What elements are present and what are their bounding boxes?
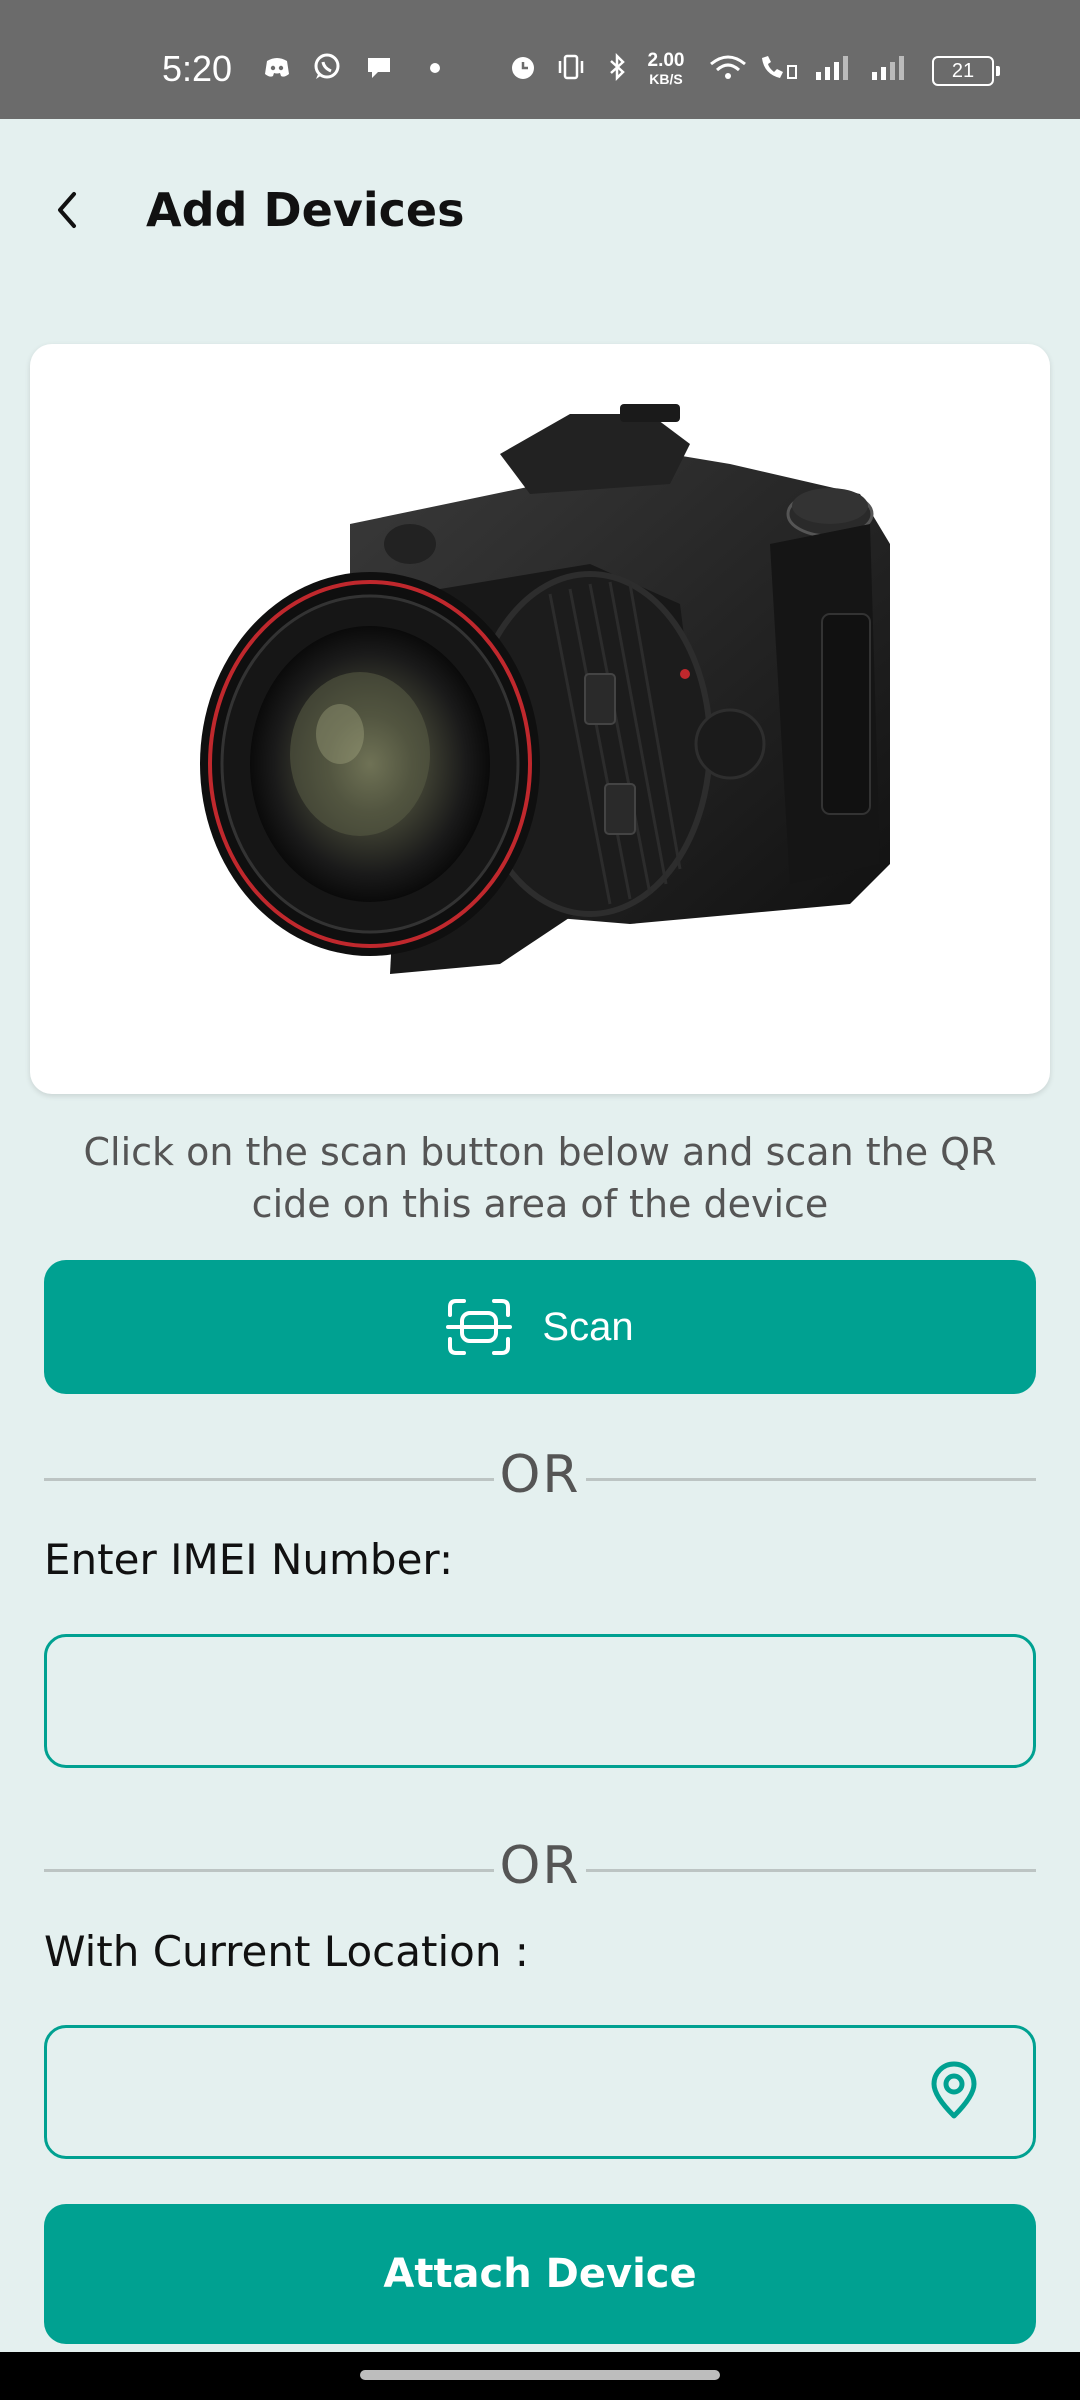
net-speed: 2.00 KB/S [638, 50, 694, 88]
scan-instruction: Click on the scan button below and scan … [83, 1130, 997, 1226]
page-title: Add Devices [146, 183, 465, 237]
camera-illustration [200, 404, 890, 974]
discord-icon [265, 58, 289, 77]
net-speed-unit: KB/S [649, 71, 683, 87]
battery-icon: 21 [932, 56, 1000, 86]
wifi-icon [710, 55, 746, 79]
bluetooth-icon [610, 52, 625, 82]
divider-line [586, 1869, 1036, 1872]
or-divider-text-2: OR [499, 1836, 581, 1896]
or-divider-2: OR [44, 1831, 1036, 1896]
chat-bubble-icon [368, 58, 390, 78]
imei-input[interactable] [44, 1634, 1036, 1768]
signal-icon-2 [872, 56, 904, 80]
status-bar: 5:20 2.00 KB/S 21 [0, 0, 1080, 119]
imei-label: Enter IMEI Number: [44, 1535, 454, 1584]
attach-device-button[interactable]: Attach Device [44, 2204, 1036, 2344]
device-image [30, 344, 1050, 1094]
scan-frame-icon [446, 1299, 513, 1355]
status-time: 5:20 [162, 48, 233, 89]
scan-button[interactable]: Scan [44, 1260, 1036, 1394]
or-divider-text: OR [499, 1445, 581, 1505]
divider-line [586, 1478, 1036, 1481]
scan-button-label: Scan [542, 1304, 634, 1349]
location-input[interactable] [44, 2025, 1036, 2159]
home-gesture-handle[interactable] [360, 2370, 720, 2380]
chevron-left-icon[interactable] [40, 180, 100, 240]
wifi-calling-icon [762, 56, 797, 79]
location-label: With Current Location : [44, 1927, 529, 1976]
dot-icon [430, 63, 440, 73]
alarm-icon [512, 57, 534, 79]
vibrate-icon [558, 54, 584, 80]
net-speed-value: 2.00 [647, 50, 685, 71]
signal-icon [816, 56, 848, 80]
whatsapp-icon [314, 53, 340, 79]
location-pin-icon[interactable] [926, 2060, 982, 2120]
or-divider: OR [44, 1440, 1036, 1505]
